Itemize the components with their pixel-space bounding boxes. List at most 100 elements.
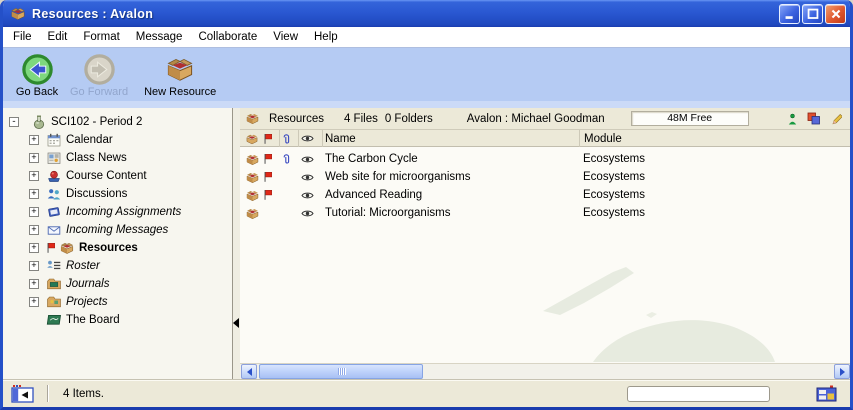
tree-item-roster[interactable]: + Roster <box>3 257 232 275</box>
tree-item-the-board[interactable]: The Board <box>3 311 232 329</box>
scrollbar-thumb[interactable] <box>259 364 423 379</box>
menu-bar: File Edit Format Message Collaborate Vie… <box>3 27 850 48</box>
tree-item-label: Projects <box>66 296 108 308</box>
menu-collaborate[interactable]: Collaborate <box>190 27 265 48</box>
menu-help[interactable]: Help <box>306 27 346 48</box>
new-resource-box-icon <box>164 52 196 86</box>
expand-icon[interactable]: + <box>29 225 39 235</box>
menu-edit[interactable]: Edit <box>40 27 76 48</box>
status-progress-field <box>627 386 770 402</box>
tree-item-incoming-messages[interactable]: + Incoming Messages <box>3 221 232 239</box>
panel-splitter[interactable] <box>233 108 240 379</box>
expand-icon[interactable]: + <box>29 189 39 199</box>
newspaper-icon <box>46 150 62 166</box>
thumb-grip <box>338 368 339 375</box>
tree-item-calendar[interactable]: + Calendar <box>3 131 232 149</box>
tree-item-label: Incoming Messages <box>66 224 168 236</box>
resource-row[interactable]: Web site for microorganisms Ecosystems <box>240 168 850 186</box>
resource-name: Tutorial: Microorganisms <box>323 207 579 219</box>
resources-box-icon <box>245 111 261 127</box>
column-module-header[interactable]: Module <box>579 130 850 147</box>
flask-icon <box>31 114 47 130</box>
menu-view[interactable]: View <box>265 27 306 48</box>
resource-row[interactable]: The Carbon Cycle Ecosystems <box>240 150 850 168</box>
files-count: 4 Files <box>344 113 378 125</box>
expand-icon[interactable]: + <box>29 243 39 253</box>
resource-name: Web site for microorganisms <box>323 171 579 183</box>
title-bar[interactable]: Resources : Avalon <box>3 0 850 27</box>
new-resource-button[interactable]: New Resource <box>141 51 219 99</box>
toolbar: Go Back Go Forward New Reso <box>3 48 850 101</box>
person-icon[interactable] <box>787 113 798 125</box>
tree-item-resources[interactable]: + Resources <box>3 239 232 257</box>
left-arrow-icon <box>247 368 252 376</box>
menu-file[interactable]: File <box>5 27 40 48</box>
resource-module: Ecosystems <box>579 207 850 219</box>
horizontal-scrollbar[interactable] <box>240 363 850 379</box>
menu-message[interactable]: Message <box>128 27 191 48</box>
resource-name: Advanced Reading <box>323 189 579 201</box>
tree-item-label: The Board <box>66 314 120 326</box>
expand-icon[interactable]: + <box>29 261 39 271</box>
column-flag-icon[interactable] <box>261 130 280 147</box>
app-window: Resources : Avalon File Edit Format Mess… <box>0 0 853 410</box>
discussions-people-icon <box>46 186 62 202</box>
expand-icon[interactable]: + <box>29 171 39 181</box>
tree-item-projects[interactable]: + Projects <box>3 293 232 311</box>
tree-item-label: Journals <box>66 278 109 290</box>
tree-item-journals[interactable]: + Journals <box>3 275 232 293</box>
collapse-icon[interactable]: - <box>9 117 19 127</box>
visibility-eye-icon <box>299 155 323 164</box>
tree-item-label: Resources <box>79 242 138 254</box>
go-forward-label: Go Forward <box>70 86 128 98</box>
column-attachment-icon[interactable] <box>280 130 299 147</box>
tree-item-label: Discussions <box>66 188 127 200</box>
maximize-button[interactable] <box>802 4 823 24</box>
new-resource-label: New Resource <box>144 86 216 98</box>
toggle-panel-icon[interactable] <box>11 384 35 404</box>
messages-envelope-icon <box>46 222 62 238</box>
tree-item-class-news[interactable]: + Class News <box>3 149 232 167</box>
tree-item-incoming-assignments[interactable]: + Incoming Assignments <box>3 203 232 221</box>
minimize-button[interactable] <box>779 4 800 24</box>
expand-icon[interactable]: + <box>29 207 39 217</box>
scroll-left-button[interactable] <box>241 364 257 379</box>
tree-root-label: SCI102 - Period 2 <box>51 116 142 128</box>
copy-pages-icon[interactable] <box>807 112 821 125</box>
thumb-grip <box>340 368 341 375</box>
tree-item-label: Class News <box>66 152 127 164</box>
tree-root-course[interactable]: - SCI102 - Period 2 <box>3 113 232 131</box>
flag-icon <box>46 242 57 254</box>
items-count: 4 Items. <box>63 388 104 400</box>
tree-item-label: Incoming Assignments <box>66 206 181 218</box>
projects-folder-icon <box>46 294 62 310</box>
tree-item-discussions[interactable]: + Discussions <box>3 185 232 203</box>
resource-module: Ecosystems <box>579 189 850 201</box>
resource-box-icon <box>9 5 27 22</box>
pencil-icon[interactable] <box>830 112 842 125</box>
menu-format[interactable]: Format <box>75 27 127 48</box>
resources-list-panel: Resources 4 Files 0 Folders Avalon : Mic… <box>240 108 850 379</box>
splitter-collapse-arrow-icon[interactable] <box>233 318 239 328</box>
expand-icon[interactable]: + <box>29 153 39 163</box>
close-button[interactable] <box>825 4 846 24</box>
resource-row[interactable]: Tutorial: Microorganisms Ecosystems <box>240 204 850 222</box>
column-header-row: Name Module <box>240 130 850 147</box>
journals-folder-icon <box>46 276 62 292</box>
resource-box-icon <box>243 170 261 185</box>
tree-item-course-content[interactable]: + Course Content <box>3 167 232 185</box>
go-forward-button: Go Forward <box>67 51 131 99</box>
flag-icon <box>261 171 280 183</box>
resource-row[interactable]: Advanced Reading Ecosystems <box>240 186 850 204</box>
scroll-right-button[interactable] <box>834 364 850 379</box>
expand-icon[interactable]: + <box>29 135 39 145</box>
expand-icon[interactable]: + <box>29 297 39 307</box>
go-back-button[interactable]: Go Back <box>11 51 63 99</box>
status-separator <box>47 385 48 402</box>
expand-icon[interactable]: + <box>29 279 39 289</box>
column-name-header[interactable]: Name <box>323 130 579 147</box>
toolbar-strip <box>3 101 850 108</box>
column-visibility-eye-icon[interactable] <box>299 130 323 147</box>
column-resource-icon[interactable] <box>243 130 261 147</box>
window-layout-icon[interactable] <box>816 385 838 403</box>
